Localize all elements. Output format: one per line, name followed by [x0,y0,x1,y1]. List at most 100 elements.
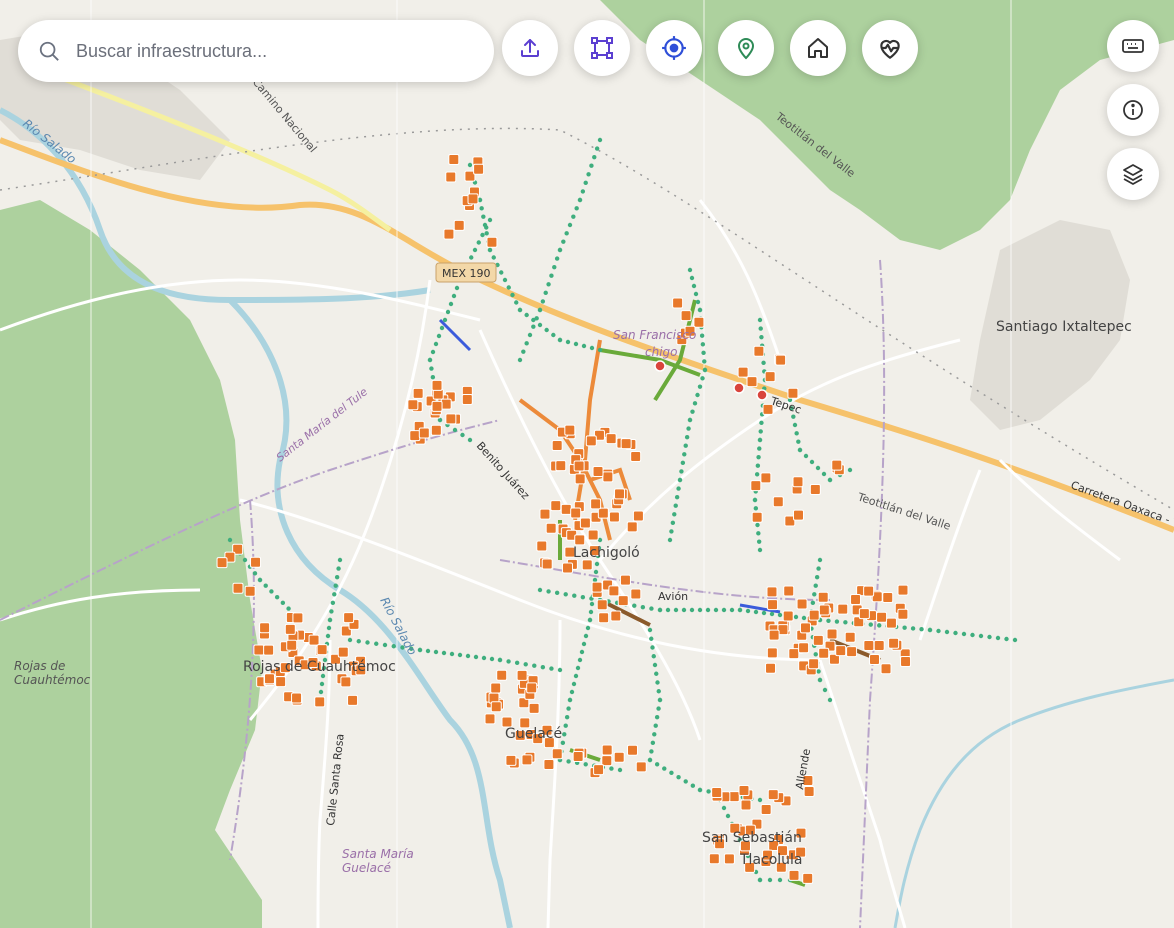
network-node[interactable] [640,604,646,610]
network-node[interactable] [580,189,586,194]
building-marker[interactable] [837,603,849,615]
building-marker[interactable] [581,559,593,571]
network-node[interactable] [609,766,614,771]
building-marker[interactable] [620,438,632,450]
building-marker[interactable] [528,702,540,714]
network-node[interactable] [546,589,551,594]
building-marker[interactable] [672,297,684,309]
network-node[interactable] [817,557,823,563]
network-node[interactable] [467,437,473,443]
building-marker[interactable] [693,316,705,328]
keyboard-shortcuts-button[interactable] [1107,20,1159,72]
network-node[interactable] [567,222,573,228]
network-node[interactable] [557,337,563,343]
network-node[interactable] [826,618,831,623]
building-marker[interactable] [579,517,591,529]
network-node[interactable] [436,333,442,339]
network-node[interactable] [571,214,576,219]
building-marker[interactable] [767,599,779,611]
building-marker[interactable] [708,853,720,865]
network-node[interactable] [557,667,563,673]
network-node[interactable] [337,557,343,563]
building-marker[interactable] [626,521,638,533]
health-button[interactable] [862,20,918,76]
building-marker[interactable] [775,354,787,366]
network-node[interactable] [649,606,654,611]
network-node[interactable] [665,607,671,613]
network-node[interactable] [702,367,708,373]
network-node[interactable] [489,656,495,662]
network-node[interactable] [667,537,673,543]
network-node[interactable] [756,454,761,460]
building-marker[interactable] [347,694,359,706]
network-node[interactable] [269,589,274,594]
building-marker[interactable] [573,460,585,472]
network-node[interactable] [481,214,486,219]
network-node[interactable] [944,629,950,635]
network-node[interactable] [812,592,817,597]
network-node[interactable] [467,162,473,168]
network-node[interactable] [801,615,807,621]
network-node[interactable] [697,307,703,313]
network-node[interactable] [927,627,933,633]
network-node[interactable] [755,522,760,528]
building-marker[interactable] [440,398,452,410]
building-marker[interactable] [253,644,265,656]
network-node[interactable] [506,285,511,290]
network-node[interactable] [649,636,654,641]
building-marker[interactable] [876,611,888,623]
building-marker[interactable] [601,744,613,756]
polygon-select-button[interactable] [574,20,630,76]
network-node[interactable] [336,566,341,571]
building-marker[interactable] [505,754,517,766]
building-marker[interactable] [608,585,620,597]
building-marker[interactable] [484,713,496,725]
network-node[interactable] [594,561,600,567]
network-node[interactable] [706,789,711,794]
building-marker[interactable] [539,508,551,520]
network-node[interactable] [652,732,657,737]
network-node[interactable] [692,401,698,406]
locate-button[interactable] [646,20,702,76]
network-node[interactable] [227,537,233,543]
network-node[interactable] [577,657,583,663]
building-marker[interactable] [863,639,875,651]
network-node[interactable] [721,607,727,613]
network-node[interactable] [527,332,533,338]
network-node[interactable] [534,316,539,321]
network-node[interactable] [565,339,571,345]
network-node[interactable] [532,663,537,668]
network-node[interactable] [701,350,706,356]
network-node[interactable] [581,641,587,647]
network-node[interactable] [537,322,543,328]
building-marker[interactable] [602,471,614,483]
network-node[interactable] [847,467,853,473]
network-node[interactable] [683,779,688,784]
network-node[interactable] [690,409,695,414]
network-node[interactable] [653,723,658,728]
network-node[interactable] [702,359,707,364]
network-node[interactable] [794,431,799,436]
building-marker[interactable] [900,655,912,667]
building-marker[interactable] [496,669,508,681]
building-marker[interactable] [760,472,772,484]
network-node[interactable] [382,642,388,648]
network-node[interactable] [868,622,873,627]
building-marker[interactable] [316,644,328,656]
building-marker[interactable] [809,483,821,495]
network-node[interactable] [274,594,280,600]
network-node[interactable] [252,571,258,576]
network-node[interactable] [460,432,465,438]
building-marker[interactable] [746,376,758,388]
building-marker[interactable] [593,764,605,776]
network-node[interactable] [757,317,763,323]
network-node[interactable] [777,612,783,618]
network-node[interactable] [481,655,487,661]
network-node[interactable] [752,497,758,503]
network-node[interactable] [816,566,821,571]
network-node[interactable] [697,384,703,389]
building-marker[interactable] [863,585,875,597]
network-node[interactable] [549,273,554,278]
network-node[interactable] [697,787,703,793]
building-marker[interactable] [808,609,820,621]
